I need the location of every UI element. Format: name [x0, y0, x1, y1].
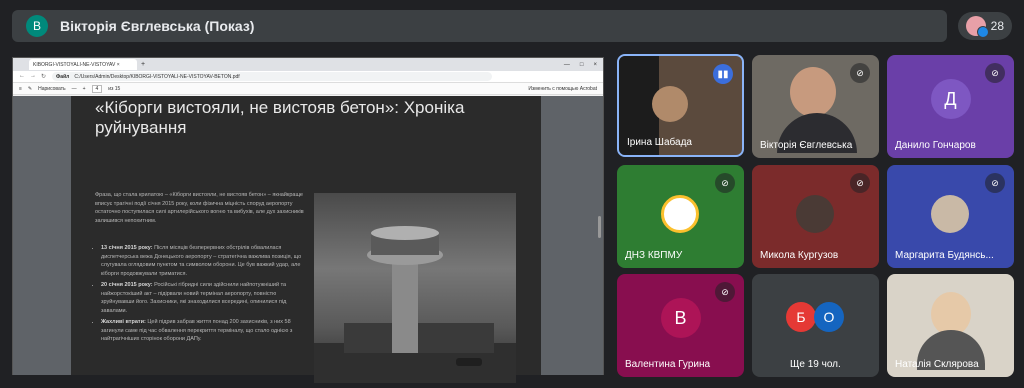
close-window-icon[interactable]: × [593, 62, 597, 68]
url-text: C:/Users/Admin/Desktop/KIBORGI-VISTOYALI… [74, 73, 240, 80]
mic-off-icon: ⊘ [985, 173, 1005, 193]
tab-label: KIBORGI-VISTOYALI-NE-VISTOYAV [33, 61, 116, 68]
window-controls: — □ × [564, 62, 603, 68]
back-icon[interactable]: ← [19, 73, 25, 80]
presenter-bar: В Вікторія Євглевська (Показ) [12, 10, 947, 42]
participant-name: Ірина Шабада [627, 137, 692, 148]
pdf-page: «Кіборги вистояли, не вистояв бетон»: Хр… [71, 96, 541, 383]
acrobat-button[interactable]: Изменить с помощью Acrobat [528, 86, 603, 92]
school-logo [661, 195, 699, 233]
menu-icon[interactable]: ≡ [19, 86, 22, 92]
speaking-indicator-icon: ▮▮ [713, 64, 733, 84]
participant-tile[interactable]: ⊘ Маргарита Будянсь... [887, 165, 1014, 268]
mic-off-icon: ⊘ [715, 173, 735, 193]
document-title: «Кіборги вистояли, не вистояв бетон»: Хр… [95, 98, 465, 137]
page-number-input[interactable]: 4 [91, 84, 103, 93]
browser-tabbar: KIBORGI-VISTOYALI-NE-VISTOYAV × + — □ × [13, 58, 603, 71]
participant-tile[interactable]: ⊘ ДНЗ КВПМУ [617, 165, 744, 268]
pdf-toolbar: ≡ ✎ Нарисовать — + 4 из 15 Изменить с по… [13, 83, 603, 95]
list-item: 20 січня 2015 року: Російські гібридні с… [101, 281, 306, 315]
participant-avatar: Б [786, 302, 816, 332]
participant-name: Наталія Склярова [895, 359, 979, 370]
maximize-icon[interactable]: □ [580, 62, 584, 68]
minimize-icon[interactable]: — [564, 62, 570, 68]
nav-buttons: ← → ↻ [19, 73, 46, 80]
zoom-out-button[interactable]: — [72, 86, 77, 92]
browser-tab[interactable]: KIBORGI-VISTOYALI-NE-VISTOYAV × [29, 59, 137, 70]
reload-icon[interactable]: ↻ [41, 73, 46, 80]
new-tab-icon[interactable]: + [141, 61, 145, 68]
participant-tile[interactable]: Д ⊘ Данило Гончаров [887, 55, 1014, 158]
participant-tile[interactable]: В ⊘ Валентина Гурина [617, 274, 744, 377]
participant-count: 28 [990, 19, 1004, 33]
draw-icon[interactable]: ✎ [28, 86, 32, 92]
participant-tile[interactable]: Наталія Склярова [887, 274, 1014, 377]
zoom-in-button[interactable]: + [83, 86, 86, 92]
address-bar: ← → ↻ Файл C:/Users/Admin/Desktop/KIBORGI… [13, 71, 603, 83]
participant-name: Валентина Гурина [625, 359, 711, 370]
participant-name: ДНЗ КВПМУ [625, 250, 683, 261]
participant-avatar: Д [930, 79, 971, 120]
url-prefix: Файл [56, 73, 70, 80]
participant-avatars [966, 16, 989, 38]
presenter-avatar: В [26, 15, 48, 37]
page-total: из 15 [108, 85, 121, 92]
list-item: 13 січня 2015 року: Після місяців безпер… [101, 244, 306, 278]
participant-tile[interactable]: ⊘ Вікторія Євглевська [752, 55, 879, 158]
document-lede: Фраза, що стала крилатою – «Кіборги вист… [95, 192, 304, 224]
list-item: Жахливі втрати: Цей підрив забрав життя … [101, 318, 306, 344]
control-tower-image [314, 193, 516, 383]
participant-avatar: В [660, 298, 701, 339]
more-participants-tile[interactable]: Б О Ще 19 чол. [752, 274, 879, 377]
document-bullets: 13 січня 2015 року: Після місяців безпер… [101, 244, 306, 347]
participants-button[interactable]: 28 [958, 12, 1012, 40]
participant-name: Вікторія Євглевська [760, 140, 853, 151]
tab-close-icon[interactable]: × [117, 62, 120, 68]
draw-button[interactable]: Нарисовать [38, 86, 65, 92]
participant-tile[interactable]: ▮▮ Ірина Шабада [617, 54, 744, 157]
participant-name: Маргарита Будянсь... [895, 250, 994, 261]
forward-icon[interactable]: → [30, 73, 36, 80]
mic-off-icon: ⊘ [985, 63, 1005, 83]
url-field[interactable]: Файл C:/Users/Admin/Desktop/KIBORGI-VISTO… [52, 72, 493, 81]
mic-off-icon: ⊘ [850, 173, 870, 193]
mic-off-icon: ⊘ [850, 63, 870, 83]
shared-screen: KIBORGI-VISTOYALI-NE-VISTOYAV × + — □ × … [12, 57, 604, 383]
participant-name: Микола Кургузов [760, 250, 839, 261]
participant-tile[interactable]: ⊘ Микола Кургузов [752, 165, 879, 268]
participant-avatar: О [814, 302, 844, 332]
scrollbar[interactable] [598, 216, 601, 238]
participant-name: Данило Гончаров [895, 140, 976, 151]
mic-off-icon: ⊘ [715, 282, 735, 302]
pdf-viewer: «Кіборги вистояли, не вистояв бетон»: Хр… [13, 96, 603, 383]
more-participants-label: Ще 19 чол. [790, 359, 841, 370]
presenter-title: Вікторія Євглевська (Показ) [60, 18, 255, 34]
